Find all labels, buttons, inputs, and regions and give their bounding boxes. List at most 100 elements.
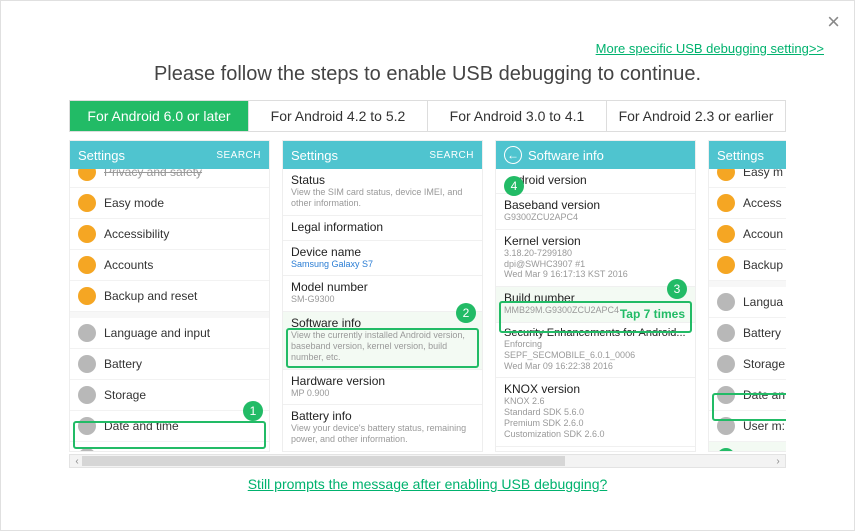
block-sub: KNOX 2.6 <box>504 396 687 407</box>
list-item[interactable]: Battery <box>70 349 269 380</box>
list-label: Accounts <box>104 258 153 272</box>
block-sub: Enforcing <box>504 339 687 350</box>
tap-7-times-label: Tap 7 times <box>620 307 685 321</box>
list-label: Backup <box>743 258 783 272</box>
tab-android-42-52[interactable]: For Android 4.2 to 5.2 <box>249 101 428 131</box>
step-badge-4: 4 <box>504 176 524 196</box>
storage-icon <box>78 386 96 404</box>
list-item[interactable]: Langua <box>709 287 786 318</box>
block-sub: 3.18.20-7299180 <box>504 248 687 259</box>
block-sub: Customization SDK 2.6.0 <box>504 429 687 440</box>
block-sub: G9300ZCU2APC4 <box>504 212 687 223</box>
generic-icon <box>717 293 735 311</box>
tab-android-6[interactable]: For Android 6.0 or later <box>70 101 249 131</box>
android-version-block[interactable]: droid version <box>496 169 695 194</box>
list-item[interactable]: Access <box>709 188 786 219</box>
status-block[interactable]: StatusView the SIM card status, device I… <box>283 169 482 216</box>
panel-header: Settings SEARCH <box>283 141 482 169</box>
block-heading: Legal information <box>291 220 474 234</box>
highlight-about-device <box>73 421 266 449</box>
list-item[interactable]: Backup and reset <box>70 281 269 312</box>
horizontal-scrollbar[interactable]: ‹ › <box>69 454 786 468</box>
block-heading: Model number <box>291 280 474 294</box>
baseband-block[interactable]: Baseband versionG9300ZCU2APC4 <box>496 194 695 230</box>
list-item[interactable]: Accessibility <box>70 219 269 250</box>
knox-block[interactable]: KNOX versionKNOX 2.6Standard SDK 5.6.0Pr… <box>496 378 695 446</box>
block-heading: Hardware version <box>291 374 474 388</box>
block-sub: SEPF_SECMOBILE_6.0.1_0006 <box>504 350 687 361</box>
highlight-software-info <box>286 328 479 368</box>
block-sub: Standard SDK 5.6.0 <box>504 407 687 418</box>
step-badge-3: 3 <box>667 279 687 299</box>
model-block[interactable]: Model numberSM-G9300 <box>283 276 482 312</box>
panel-title: Settings <box>291 148 338 163</box>
block-sub: View the SIM card status, device IMEI, a… <box>291 187 474 209</box>
still-prompts-link[interactable]: Still prompts the message after enabling… <box>1 476 854 492</box>
kernel-block[interactable]: Kernel version3.18.20-7299180dpi@SWHC390… <box>496 230 695 287</box>
list-label: Accessibility <box>104 227 169 241</box>
backup-icon <box>78 287 96 305</box>
block-heading: Device name <box>291 245 474 259</box>
block-heading: KNOX version <box>504 382 687 396</box>
block-heading: Battery info <box>291 409 474 423</box>
list-label: Battery <box>104 357 142 371</box>
list-item[interactable]: Storage <box>70 380 269 411</box>
list-label: Accoun <box>743 227 783 241</box>
android-version-tabs: For Android 6.0 or later For Android 4.2… <box>69 100 786 132</box>
generic-icon <box>717 225 735 243</box>
list-item[interactable]: Battery <box>709 318 786 349</box>
scroll-thumb[interactable] <box>82 456 565 466</box>
list-item[interactable]: Accounts <box>70 250 269 281</box>
list-label: Storage <box>743 357 785 371</box>
list-label: Language and input <box>104 326 210 340</box>
step-badge-2: 2 <box>456 303 476 323</box>
scroll-right-arrow[interactable]: › <box>771 455 785 467</box>
tab-android-30-41[interactable]: For Android 3.0 to 4.1 <box>428 101 607 131</box>
block-heading: Kernel version <box>504 234 687 248</box>
panel-header: Settings <box>709 141 786 169</box>
list-label: Backup and reset <box>104 289 197 303</box>
block-sub: Samsung Galaxy S7 <box>291 259 474 270</box>
panel-software-info: ← Software info droid version Baseband v… <box>495 140 696 452</box>
legal-block[interactable]: Legal information <box>283 216 482 241</box>
block-sub: Premium SDK 2.6.0 <box>504 418 687 429</box>
list-label: Storage <box>104 388 146 402</box>
step-badge-1: 1 <box>243 401 263 421</box>
list-item[interactable]: Easy mode <box>70 188 269 219</box>
block-sub: dpi@SWHC3907 #1 <box>504 259 687 270</box>
list-item[interactable]: Language and input <box>70 318 269 349</box>
easymode-icon <box>78 194 96 212</box>
list-label: Develop <box>743 450 786 452</box>
page-title: Please follow the steps to enable USB de… <box>1 63 854 86</box>
back-icon[interactable]: ← <box>504 146 522 164</box>
panel-title: Settings <box>78 148 125 163</box>
block-sub: Wed Mar 09 16:22:38 2016 <box>504 361 687 372</box>
hardware-block[interactable]: Hardware versionMP 0.900 <box>283 370 482 406</box>
battery-info-block[interactable]: Battery infoView your device's battery s… <box>283 405 482 452</box>
list-label: User m: <box>743 419 785 433</box>
list-item[interactable]: Storage <box>709 349 786 380</box>
block-heading: droid version <box>504 173 687 187</box>
generic-icon <box>717 194 735 212</box>
more-usb-link[interactable]: More specific USB debugging setting>> <box>596 41 824 56</box>
device-block[interactable]: Device nameSamsung Galaxy S7 <box>283 241 482 277</box>
list-item[interactable]: Backup <box>709 250 786 281</box>
panel-settings-2: Settings SEARCH StatusView the SIM card … <box>282 140 483 452</box>
close-icon[interactable]: × <box>827 9 840 35</box>
list-label: Battery <box>743 326 781 340</box>
generic-icon <box>717 324 735 342</box>
block-sub: SM-G9300 <box>291 294 474 305</box>
generic-icon <box>717 256 735 274</box>
language-icon <box>78 324 96 342</box>
search-label[interactable]: SEARCH <box>216 150 261 161</box>
list-label: Langua <box>743 295 783 309</box>
instruction-panels: Settings SEARCH Privacy and safety Easy … <box>69 140 786 452</box>
block-sub: View your device's battery status, remai… <box>291 423 474 445</box>
list-item[interactable]: Accoun <box>709 219 786 250</box>
battery-icon <box>78 355 96 373</box>
list-item-developer[interactable]: Develop <box>709 442 786 452</box>
tab-android-23[interactable]: For Android 2.3 or earlier <box>607 101 785 131</box>
block-heading: Baseband version <box>504 198 687 212</box>
search-label[interactable]: SEARCH <box>429 150 474 161</box>
highlight-developer <box>712 393 786 421</box>
